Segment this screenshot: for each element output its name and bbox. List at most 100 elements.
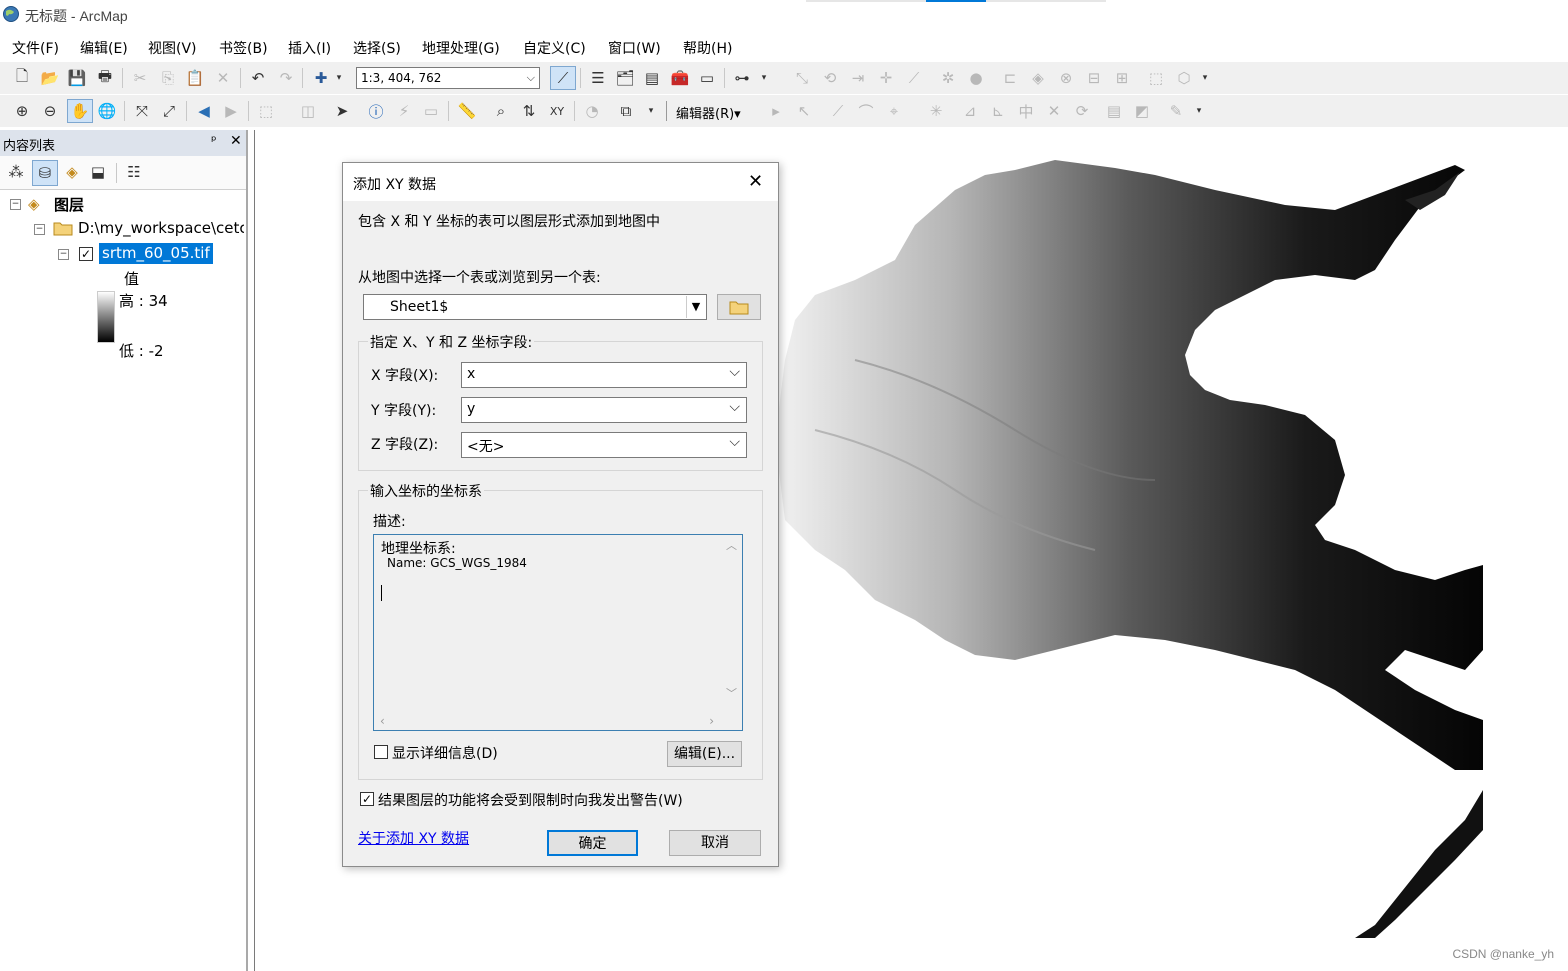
about-add-xy-link[interactable]: 关于添加 XY 数据 [358, 828, 469, 848]
add-data-icon[interactable]: ✚ [311, 68, 331, 88]
attributes-icon[interactable]: ▤ [1104, 101, 1124, 121]
z-field-select[interactable]: <无> ⌵ [461, 432, 747, 458]
browse-table-button[interactable] [717, 294, 761, 320]
end-point-arc-icon[interactable]: ⌒ [856, 101, 876, 121]
georef-control-icon[interactable]: ✛ [876, 68, 896, 88]
scroll-right-icon[interactable]: › [709, 714, 714, 728]
table-select[interactable]: Sheet1$ ▼ [363, 294, 707, 320]
dialog-close-icon[interactable]: ✕ [748, 171, 763, 192]
find-route-icon[interactable]: ⇅ [519, 101, 539, 121]
toolbar-overflow-icon[interactable]: ▾ [759, 68, 769, 88]
rotate-icon[interactable]: ⟳ [1072, 101, 1092, 121]
snap-icon[interactable]: ⊟ [1084, 68, 1104, 88]
menu-insert[interactable]: 插入(I) [288, 38, 331, 58]
trace-icon[interactable]: ⌖ [884, 101, 904, 121]
scroll-left-icon[interactable]: ‹ [380, 714, 385, 728]
editor-menu[interactable]: 编辑器(R)▾ [676, 103, 741, 122]
time-slider-icon[interactable]: ◔ [582, 101, 602, 121]
sketch-properties-icon[interactable]: ◩ [1132, 101, 1152, 121]
adjust-icon[interactable]: ⊗ [1056, 68, 1076, 88]
georef-icon[interactable]: ⤡ [792, 68, 812, 88]
toolbar-overflow-icon[interactable]: ▾ [1194, 101, 1204, 121]
edit-vertices-icon[interactable]: ⊿ [960, 101, 980, 121]
raster-visibility-checkbox[interactable]: ✓ [79, 247, 93, 261]
menu-geoprocessing[interactable]: 地理处理(G) [422, 38, 500, 58]
pan-hand-icon[interactable]: ✋ [67, 99, 93, 123]
back-extent-icon[interactable]: ◀ [194, 101, 214, 121]
clear-selection-icon[interactable]: ◫ [298, 101, 318, 121]
shade-icon[interactable]: ● [966, 68, 986, 88]
hyperlink-icon[interactable]: ⚡ [394, 101, 414, 121]
menu-bookmarks[interactable]: 书签(B) [219, 38, 268, 58]
list-by-visibility-icon[interactable]: ◈ [62, 162, 82, 182]
toc-window-icon[interactable]: ☰ [588, 68, 608, 88]
map-scale-combobox[interactable]: 1:3, 404, 762 ⌵ [356, 67, 540, 89]
arctoolbox-icon[interactable]: 🧰 [670, 68, 690, 88]
cancel-button[interactable]: 取消 [669, 830, 761, 856]
split-icon[interactable]: ✕ [1044, 101, 1064, 121]
topology-icon[interactable]: ◈ [1028, 68, 1048, 88]
paste-icon[interactable]: 📋 [185, 68, 205, 88]
forward-extent-icon[interactable]: ▶ [221, 101, 241, 121]
select-features-icon[interactable]: ⬚ [256, 101, 276, 121]
show-details-checkbox[interactable] [374, 745, 388, 759]
toolbar-overflow-icon[interactable]: ▾ [646, 101, 656, 121]
new-document-icon[interactable]: 🗋 [12, 67, 32, 88]
raster-layer-label[interactable]: srtm_60_05.tif [99, 243, 213, 264]
effects-icon[interactable]: ✲ [938, 68, 958, 88]
crs-description-textarea[interactable]: 地理坐标系: Name: GCS_WGS_1984 ︿ ﹀ ‹ › [373, 534, 743, 731]
georef-link-icon[interactable]: ⇥ [848, 68, 868, 88]
find-binoculars-icon[interactable]: ⌕ [491, 101, 511, 121]
open-folder-icon[interactable]: 📂 [40, 68, 60, 88]
search-window-icon[interactable]: ▤ [642, 68, 662, 88]
scroll-up-icon[interactable]: ︿ [726, 537, 737, 553]
folder-path-label[interactable]: D:\my_workspace\cetc3 [78, 219, 244, 237]
edit-annotation-icon[interactable]: ↖ [794, 101, 814, 121]
warn-limit-checkbox[interactable]: ✓ [360, 792, 374, 806]
select-elements-icon[interactable]: ➤ [332, 101, 352, 121]
model-builder-icon[interactable]: ⊶ [732, 68, 752, 88]
redo-icon[interactable]: ↷ [276, 68, 296, 88]
point-icon[interactable]: ✳ [926, 101, 946, 121]
identify-icon[interactable]: ⓘ [366, 101, 386, 121]
list-by-source-icon[interactable]: ⛁ [32, 160, 58, 186]
y-field-select[interactable]: y ⌵ [461, 397, 747, 423]
measure-icon[interactable]: 📏 [457, 101, 477, 121]
delete-icon[interactable]: ✕ [213, 68, 233, 88]
menu-window[interactable]: 窗口(W) [608, 38, 661, 58]
list-by-selection-icon[interactable]: ⬓ [88, 162, 108, 182]
spatial-adj-icon[interactable]: ⊏ [1000, 68, 1020, 88]
full-extent-globe-icon[interactable]: 🌐 [97, 101, 117, 121]
html-popup-icon[interactable]: ▭ [421, 101, 441, 121]
georef-rotate-icon[interactable]: ⟲ [820, 68, 840, 88]
catalog-window-icon[interactable]: 🗂 [615, 68, 635, 88]
layers-label[interactable]: 图层 [54, 194, 84, 215]
save-icon[interactable]: 💾 [67, 68, 87, 88]
pin-icon[interactable]: ᵖ [211, 134, 217, 149]
menu-help[interactable]: 帮助(H) [683, 38, 732, 58]
list-by-drawing-order-icon[interactable]: ⁂ [6, 162, 26, 182]
copy-icon[interactable]: ⎘ [158, 68, 178, 88]
collapse-layers-toggle[interactable]: − [10, 199, 21, 210]
tool-b-icon[interactable]: ⬡ [1174, 68, 1194, 88]
print-icon[interactable]: 🖶 [95, 67, 115, 88]
straight-segment-icon[interactable]: ⟋ [828, 101, 848, 121]
menu-customize[interactable]: 自定义(C) [523, 38, 586, 58]
tool-a-icon[interactable]: ⬚ [1146, 68, 1166, 88]
python-window-icon[interactable]: ▭ [697, 68, 717, 88]
menu-selection[interactable]: 选择(S) [353, 38, 401, 58]
add-data-dropdown-icon[interactable]: ▾ [333, 68, 345, 88]
menu-file[interactable]: 文件(F) [12, 38, 59, 58]
grid-icon[interactable]: ⊞ [1112, 68, 1132, 88]
create-viewer-icon[interactable]: ⧉ [616, 101, 636, 121]
undo-icon[interactable]: ↶ [248, 68, 268, 88]
scroll-down-icon[interactable]: ﹀ [726, 685, 737, 701]
edit-crs-button[interactable]: 编辑(E)... [667, 741, 742, 767]
menu-edit[interactable]: 编辑(E) [80, 38, 128, 58]
reshape-icon[interactable]: ⊾ [988, 101, 1008, 121]
editor-toolbar-icon[interactable]: ⟋ [550, 66, 576, 90]
fixed-zoom-in-icon[interactable]: ⤧ [132, 101, 152, 121]
close-icon[interactable]: ✕ [230, 133, 242, 149]
cut-polygons-icon[interactable]: 中 [1016, 101, 1036, 121]
cut-icon[interactable]: ✂ [130, 68, 150, 88]
